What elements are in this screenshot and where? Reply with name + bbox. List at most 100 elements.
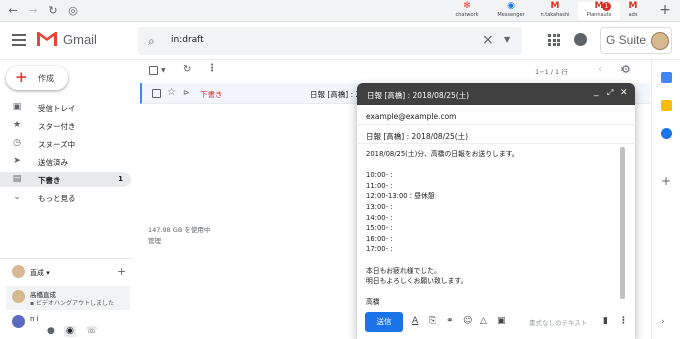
avatar[interactable] [12,265,25,278]
refresh-icon[interactable]: ↻ [183,64,191,75]
subject-field[interactable]: 日報 [高橋] : 2018/08/25(土) [366,131,468,142]
extension-gmail-ads[interactable]: M ads [612,2,654,20]
storage-usage: 147.98 GB を使用中 [148,226,211,234]
account-switcher[interactable]: G Suite [600,27,672,54]
search-input[interactable]: in:draft [171,35,204,45]
keep-icon[interactable] [661,100,672,111]
row-checkbox[interactable] [152,89,161,98]
new-conversation-icon[interactable]: + [117,265,126,278]
hangouts-icon[interactable]: ◉ [64,326,76,337]
extension-label: n.takahashi [540,12,570,18]
extension-label: chatwork [455,12,479,18]
emoji-icon[interactable]: ☺ [463,316,472,327]
sidebar-item-label: 下書き [38,176,61,185]
send-button[interactable]: 送信 [365,312,403,332]
tasks-icon[interactable] [661,128,672,139]
forward-icon[interactable]: → [26,4,40,18]
draft-label: 下書き [200,90,223,99]
chevron-left-icon[interactable]: ‹ [598,64,602,75]
message-body[interactable]: 2018/08/25(土)分、高橋の日報をお送りします。 10:00- : 11… [366,149,618,311]
body-line: 16:00- : [366,234,393,243]
draft-count: 1 [118,175,123,183]
important-icon[interactable]: ⊳ [183,88,190,97]
sidebar-item-label: もっと見る [38,194,76,203]
link-icon[interactable]: ⚭ [446,316,454,327]
expand-icon[interactable]: ⤢ [607,88,613,98]
extension-label: Messenger [497,12,525,18]
phone-icon[interactable]: ☏ [86,326,97,337]
extension-label: ads [628,12,638,18]
compose-title: 日報 [高橋] : 2018/08/25(土) [367,91,470,100]
avatar [12,290,25,303]
search-options-icon[interactable]: ▼ [504,35,510,44]
main-menu-icon[interactable] [12,34,26,46]
star-icon: ★ [12,120,22,130]
extension-gmail-ntakahashi[interactable]: M n.takahashi [534,2,576,20]
search-bar[interactable]: ⌕ in:draft × ▼ [138,27,522,55]
search-icon[interactable]: ⌕ [148,34,155,49]
select-all-checkbox[interactable] [149,66,158,75]
sidebar-item-more[interactable]: ⌄ もっと見る [0,190,131,205]
close-icon[interactable]: ✕ [620,88,628,98]
chevron-down-icon: ⌄ [13,192,21,202]
add-addon-icon[interactable]: + [661,174,671,188]
camera-icon[interactable]: ◎ [66,4,80,18]
apps-grid-icon[interactable] [548,34,560,46]
sidebar-item-sent[interactable]: ➤ 送信済み [0,154,131,169]
chevron-right-icon[interactable]: › [661,317,665,327]
photo-icon[interactable]: ▣ [497,316,506,327]
extension-messenger[interactable]: ◉ Messenger [490,2,532,20]
chatwork-icon: ✻ [463,1,471,11]
gmail-logo-icon [36,30,58,47]
drive-icon[interactable]: △ [480,316,487,327]
divider [357,124,635,125]
more-options-icon[interactable]: ⋮ [619,316,628,327]
clear-search-icon[interactable]: × [482,32,494,48]
sidebar-item-label: 受信トレイ [38,104,76,113]
more-options-icon[interactable]: ⋮ [207,63,217,74]
hangouts-panel: 直成 ▾ + 高橋直成 ▪ ビデオハングアウトしました n i ● ◉ ☏ [0,258,133,339]
body-line: 17:00- : [366,245,393,254]
attach-icon[interactable]: ⎘ [429,316,436,327]
sidebar-item-starred[interactable]: ★ スター付き [0,118,131,133]
body-line: 15:00- : [366,224,393,233]
manage-link[interactable]: 管理 [148,235,161,245]
compose-button[interactable]: + 作成 [6,66,68,90]
hangouts-contact-name[interactable]: n i [30,315,39,323]
hangouts-contact[interactable]: 高橋直成 ▪ ビデオハングアウトしました [6,286,130,310]
hangouts-user[interactable]: 直成 ▾ [30,268,50,278]
recipient-field[interactable]: example@example.com [366,112,456,121]
gmail-icon: M [628,1,638,11]
calendar-icon[interactable] [661,72,672,83]
hangouts-tabs: ● ◉ ☏ [0,324,133,339]
notifications-icon[interactable] [574,33,587,46]
sidebar-item-snoozed[interactable]: ◷ スヌーズ中 [0,136,131,151]
compose-header[interactable]: 日報 [高橋] : 2018/08/25(土) _ ⤢ ✕ [357,83,635,105]
scrollbar[interactable] [620,147,625,299]
star-icon[interactable]: ☆ [167,87,176,98]
reload-icon[interactable]: ↻ [46,4,60,18]
body-line [366,255,618,266]
body-line [366,160,618,171]
avatar[interactable] [651,32,669,50]
minimize-icon[interactable]: _ [594,87,599,97]
compose-label: 作成 [38,74,54,83]
sidebar-item-inbox[interactable]: ▣ 受信トレイ [0,100,131,115]
back-icon[interactable]: ← [6,4,20,18]
text-format-icon[interactable]: A [412,316,418,327]
select-options-icon[interactable]: ▼ [161,67,166,74]
gear-icon[interactable]: ⚙ [621,63,631,76]
extension-chatwork[interactable]: ✻ chatwork [446,2,488,20]
compose-window: 日報 [高橋] : 2018/08/25(土) _ ⤢ ✕ example@ex… [357,83,635,339]
add-extension-icon[interactable]: + [658,3,672,17]
contact-status-text: ビデオハングアウトしました [35,300,114,307]
body-line: 12:00-13:00 : 昼休憩 [366,192,435,201]
body-line: 高橋 [366,298,380,307]
trash-icon[interactable]: ▮ [603,316,608,327]
person-icon[interactable]: ● [47,326,55,337]
sidebar-item-drafts[interactable]: ▤ 下書き 1 [0,172,131,187]
format-hint[interactable]: 書式なしのテキスト [529,317,587,327]
inbox-icon: ▣ [12,102,22,112]
body-line [366,287,618,298]
messenger-icon: ◉ [507,1,515,11]
